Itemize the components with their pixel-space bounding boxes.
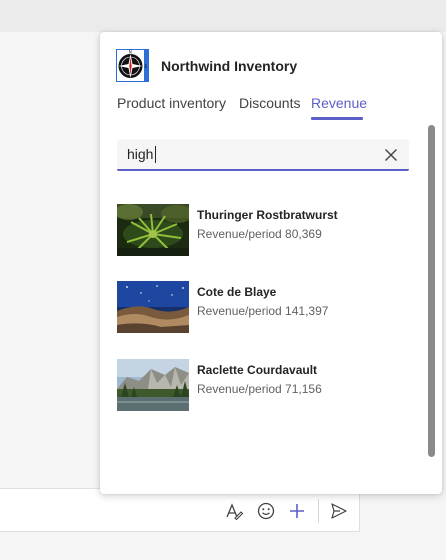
compose-divider: [318, 499, 319, 523]
svg-text:N: N: [129, 50, 132, 55]
result-title: Thuringer Rostbratwurst: [197, 208, 338, 222]
starry-night-rocks-photo: [117, 281, 189, 333]
text-caret: [155, 146, 156, 163]
mountain-lake-photo: [117, 359, 189, 411]
search-box: [117, 139, 409, 171]
send-icon[interactable]: [328, 500, 350, 522]
message-extension-popup: N E Northwind Inventory Product inventor…: [100, 32, 442, 494]
emoji-icon[interactable]: [255, 500, 277, 522]
tab-revenue[interactable]: Revenue: [311, 95, 367, 111]
result-item[interactable]: Thuringer Rostbratwurst Revenue/period 8…: [117, 204, 409, 256]
result-subtitle: Revenue/period 80,369: [197, 227, 322, 241]
result-title: Raclette Courdavault: [197, 363, 318, 377]
app-title: Northwind Inventory: [161, 58, 298, 74]
scrollbar[interactable]: [428, 125, 435, 457]
tab-product-inventory[interactable]: Product inventory: [117, 95, 226, 111]
add-icon[interactable]: [286, 500, 308, 522]
result-item[interactable]: Cote de Blaye Revenue/period 141,397: [117, 281, 409, 333]
result-title: Cote de Blaye: [197, 285, 277, 299]
close-icon[interactable]: [382, 146, 400, 164]
active-tab-indicator: [311, 117, 363, 120]
result-item[interactable]: Raclette Courdavault Revenue/period 71,1…: [117, 359, 409, 411]
compass-logo-icon: N E: [116, 49, 149, 82]
result-subtitle: Revenue/period 141,397: [197, 304, 329, 318]
result-subtitle: Revenue/period 71,156: [197, 382, 322, 396]
format-icon[interactable]: [223, 500, 245, 522]
tab-discounts[interactable]: Discounts: [239, 95, 300, 111]
search-input[interactable]: [127, 139, 367, 169]
top-header-strip: [0, 0, 446, 32]
forest-plant-photo: [117, 204, 189, 256]
